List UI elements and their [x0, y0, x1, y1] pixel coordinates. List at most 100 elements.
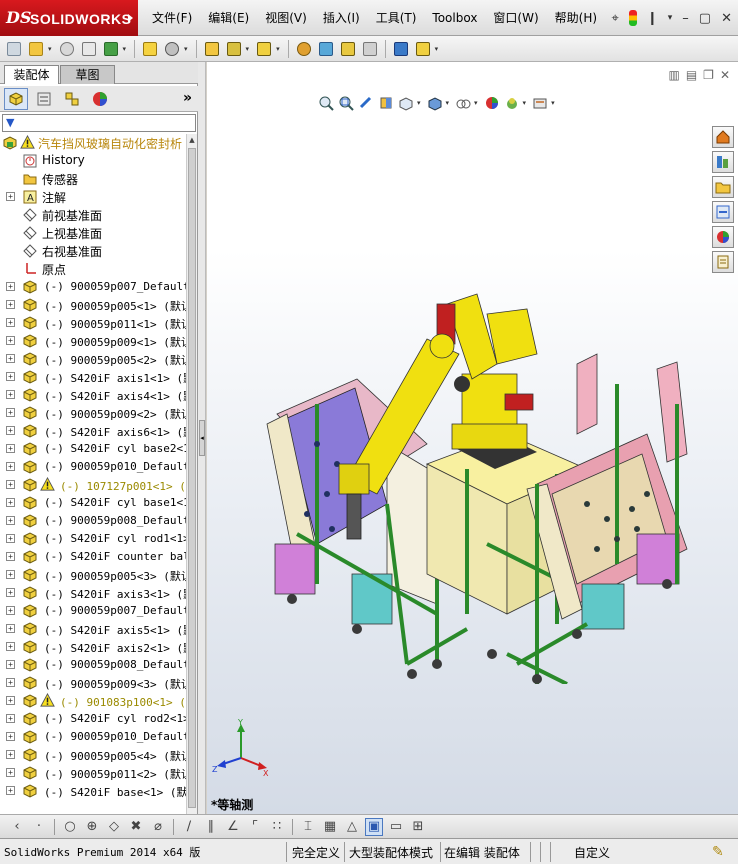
view-orientation-icon[interactable] [397, 94, 415, 112]
tree-item[interactable]: + (-) S420iF axis2<1> (默认 [0, 638, 186, 656]
point-icon[interactable]: · [30, 818, 48, 836]
menu-view[interactable]: 视图(V) [257, 0, 315, 36]
assembly-structure-icon[interactable] [101, 39, 121, 59]
new-document-icon[interactable] [4, 39, 24, 59]
close-icon[interactable]: ✕ [721, 11, 732, 26]
expand-toggle-icon[interactable]: + [6, 354, 15, 363]
zoom-to-fit-icon[interactable] [317, 94, 335, 112]
expand-toggle-icon[interactable]: + [6, 300, 15, 309]
tree-item[interactable]: + (-) 900059p010_Default_ [0, 458, 186, 476]
expand-toggle-icon[interactable]: + [6, 750, 15, 759]
circle-icon[interactable]: ○ [61, 818, 79, 836]
pin-icon[interactable]: ⌖ [612, 11, 619, 26]
tree-item[interactable]: + (-) S420iF axis1<1> (默认 [0, 368, 186, 386]
single-view-icon[interactable]: ▭ [387, 818, 405, 836]
tree-root-assembly[interactable]: 汽车挡风玻璃自动化密封析 [0, 134, 186, 152]
coincident-icon[interactable]: ⊕ [83, 818, 101, 836]
zoom-to-area-icon[interactable] [337, 94, 355, 112]
tree-item[interactable]: + (-) 900059p009<1> (默认 [0, 332, 186, 350]
tree-item[interactable]: + A 注解 [0, 188, 186, 206]
edit-appearance-icon[interactable] [483, 94, 501, 112]
scene-dropdown-icon[interactable]: ▾ [523, 99, 527, 107]
tree-item[interactable]: + (-) S420iF counter bal< [0, 548, 186, 566]
tab-sketch[interactable]: 草图 [60, 65, 115, 84]
filter-funnel-icon[interactable]: ▼ [6, 116, 14, 129]
tree-item[interactable]: + (-) S420iF axis6<1> (默认 [0, 422, 186, 440]
solidworks-resources-icon[interactable] [712, 126, 734, 148]
tree-item[interactable]: 传感器 [0, 170, 186, 188]
expand-toggle-icon[interactable]: + [6, 372, 15, 381]
menu-tools[interactable]: 工具(T) [368, 0, 425, 36]
tree-filter[interactable]: ▼ [2, 114, 196, 132]
tree-item[interactable]: + (-) 900059p007_Default_ [0, 602, 186, 620]
offset-icon[interactable]: ∕ [180, 818, 198, 836]
tree-item[interactable]: + (-) 900059p005<1> (默认 [0, 296, 186, 314]
tree-item[interactable]: + (-) 900059p008_Default_ [0, 656, 186, 674]
expand-toggle-icon[interactable]: + [6, 624, 15, 633]
paperclip-icon[interactable] [57, 39, 77, 59]
perpendicular-icon[interactable]: ∠ [224, 818, 242, 836]
display-style-dropdown-icon[interactable]: ▾ [446, 99, 450, 107]
expand-toggle-icon[interactable]: + [6, 696, 15, 705]
minimize-icon[interactable]: – [682, 11, 689, 26]
tree-item[interactable]: 原点 [0, 260, 186, 278]
tree-item[interactable]: 前视基准面 [0, 206, 186, 224]
rebuild-traffic-light-icon[interactable] [628, 10, 637, 26]
expand-toggle-icon[interactable]: + [6, 732, 15, 741]
measure-icon[interactable] [391, 39, 411, 59]
robot-sealing-cell-model[interactable] [237, 284, 717, 684]
tree-item[interactable]: + (-) 900059p011<2> (默认 [0, 764, 186, 782]
view-palette-icon[interactable] [712, 201, 734, 223]
tree-item[interactable]: + (-) S420iF cyl rod2<1> [0, 710, 186, 728]
grid-icon[interactable]: ▦ [321, 818, 339, 836]
evaluate-dropdown-icon[interactable]: ▾ [435, 45, 439, 53]
appearances-scenes-icon[interactable] [712, 226, 734, 248]
menu-help[interactable]: 帮助(H) [547, 0, 605, 36]
dimension-icon[interactable]: ⌶ [299, 818, 317, 836]
tree-item[interactable]: + (-) 900059p010_Default_ [0, 728, 186, 746]
rebuild-icon[interactable] [140, 39, 160, 59]
view-settings-dropdown-icon[interactable]: ▾ [551, 99, 555, 107]
previous-view-icon[interactable] [357, 94, 375, 112]
open-folder-icon[interactable] [26, 39, 46, 59]
tree-item[interactable]: + (-) S420iF cyl base1<1> [0, 494, 186, 512]
corner-icon[interactable]: ⌜ [246, 818, 264, 836]
tree-item[interactable]: + (-) 900059p005<2> (默认 [0, 350, 186, 368]
expand-toggle-icon[interactable]: + [6, 786, 15, 795]
expand-toggle-icon[interactable]: + [6, 588, 15, 597]
tree-item[interactable]: History [0, 152, 186, 170]
assembly-features-icon[interactable] [360, 39, 380, 59]
tree-item[interactable]: + (-) 900059p008_Default_ [0, 512, 186, 530]
tree-item[interactable]: + (-) 900059p011<1> (默认 [0, 314, 186, 332]
triangle-icon[interactable]: △ [343, 818, 361, 836]
expand-toggle-icon[interactable]: + [6, 498, 15, 507]
options-dropdown-icon[interactable]: ▾ [184, 45, 188, 53]
menu-toolbox[interactable]: Toolbox [424, 0, 485, 36]
expand-toggle-icon[interactable]: + [6, 462, 15, 471]
expand-toggle-icon[interactable]: + [6, 534, 15, 543]
orientation-dropdown-icon[interactable]: ▾ [417, 99, 421, 107]
tree-item[interactable]: + (-) 901083p100<1> (默 [0, 692, 186, 710]
split-right-icon[interactable]: ▤ [686, 68, 697, 82]
expand-toggle-icon[interactable]: + [6, 516, 15, 525]
expand-toggle-icon[interactable]: + [6, 282, 15, 291]
viewport-restore-icon[interactable]: ❐ [703, 68, 714, 82]
expand-toggle-icon[interactable]: + [6, 336, 15, 345]
expand-toggle-icon[interactable]: + [6, 192, 15, 201]
mate-dropdown-icon[interactable]: ▾ [246, 45, 250, 53]
tab-assembly[interactable]: 装配体 [4, 65, 59, 84]
menu-edit[interactable]: 编辑(E) [200, 0, 257, 36]
expand-toggle-icon[interactable]: + [6, 570, 15, 579]
view-settings-icon[interactable] [531, 94, 549, 112]
tree-item[interactable]: + (-) 107127p001<1> (默 [0, 476, 186, 494]
apply-scene-icon[interactable] [503, 94, 521, 112]
move-component-icon[interactable] [338, 39, 358, 59]
expand-toggle-icon[interactable]: + [6, 426, 15, 435]
tree-item[interactable]: + (-) 900059p009<3> (默认 [0, 674, 186, 692]
fastener-dropdown-icon[interactable]: ▾ [276, 45, 280, 53]
dropdown-icon[interactable]: ▾ [668, 13, 673, 23]
custom-properties-icon[interactable] [712, 251, 734, 273]
menu-insert[interactable]: 插入(I) [315, 0, 368, 36]
polygon-icon[interactable]: ◇ [105, 818, 123, 836]
explode-view-icon[interactable] [316, 39, 336, 59]
